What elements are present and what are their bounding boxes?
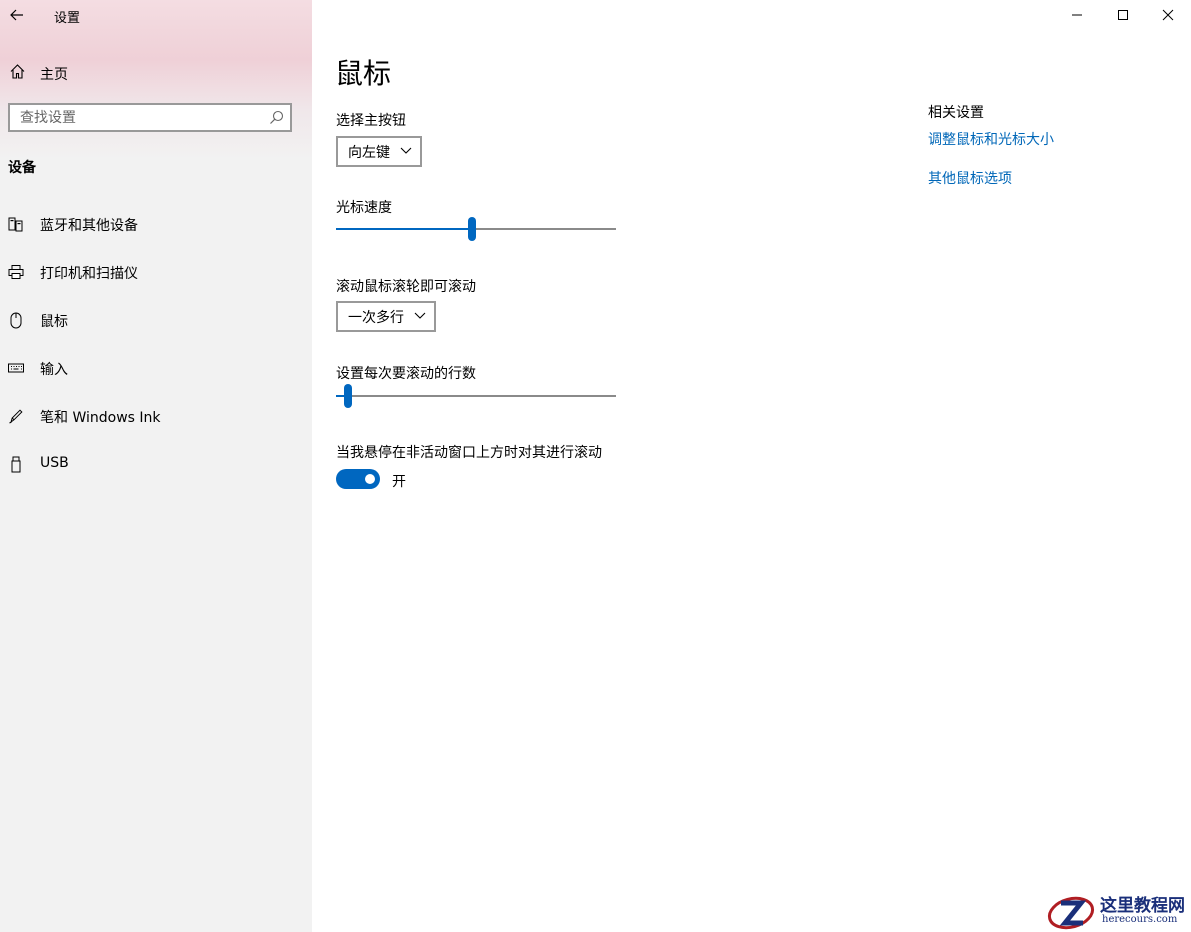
minimize-icon bbox=[1072, 14, 1082, 16]
toggle-knob bbox=[365, 474, 375, 484]
slider-track bbox=[336, 395, 616, 397]
maximize-icon bbox=[1118, 10, 1128, 20]
keyboard-icon bbox=[7, 359, 25, 377]
usb-icon bbox=[7, 455, 25, 473]
sidebar-item-pen[interactable]: 笔和 Windows Ink bbox=[0, 396, 312, 436]
home-label: 主页 bbox=[40, 67, 68, 83]
back-arrow-icon bbox=[10, 9, 23, 21]
maximize-button[interactable] bbox=[1100, 0, 1146, 30]
slider-thumb[interactable] bbox=[468, 217, 476, 241]
search-box[interactable] bbox=[8, 103, 292, 132]
sidebar-item-mouse[interactable]: 鼠标 bbox=[0, 300, 312, 340]
slider-thumb[interactable] bbox=[344, 384, 352, 408]
watermark-text: 这里教程网 bbox=[1100, 896, 1185, 916]
scroll-lines-label: 设置每次要滚动的行数 bbox=[336, 366, 476, 382]
app-title: 设置 bbox=[54, 11, 81, 26]
related-settings-title: 相关设置 bbox=[928, 105, 984, 121]
toggle-state-text: 开 bbox=[392, 474, 406, 490]
close-button[interactable] bbox=[1145, 0, 1191, 30]
close-icon bbox=[1162, 9, 1174, 21]
search-input[interactable] bbox=[10, 105, 270, 130]
scroll-lines-slider[interactable] bbox=[336, 384, 616, 408]
minimize-button[interactable] bbox=[1054, 0, 1100, 30]
sidebar-item-printers[interactable]: 打印机和扫描仪 bbox=[0, 252, 312, 292]
sidebar-item-label: 笔和 Windows Ink bbox=[40, 410, 161, 426]
section-title: 设备 bbox=[8, 160, 36, 176]
inactive-scroll-label: 当我悬停在非活动窗口上方时对其进行滚动 bbox=[336, 445, 602, 461]
cursor-speed-slider[interactable] bbox=[336, 217, 616, 241]
watermark-subtext: herecours.com bbox=[1102, 914, 1178, 925]
slider-fill bbox=[336, 228, 472, 230]
sidebar-item-usb[interactable]: USB bbox=[0, 444, 312, 484]
bluetooth-devices-icon bbox=[7, 215, 25, 233]
chevron-down-icon bbox=[400, 147, 412, 154]
pen-icon bbox=[7, 407, 25, 425]
mouse-icon bbox=[7, 311, 25, 329]
sidebar-item-label: 输入 bbox=[40, 362, 68, 378]
printer-icon bbox=[7, 263, 25, 281]
primary-button-label: 选择主按钮 bbox=[336, 113, 406, 129]
primary-button-value: 向左键 bbox=[348, 144, 390, 161]
link-mouse-cursor-size[interactable]: 调整鼠标和光标大小 bbox=[928, 129, 1054, 149]
scroll-mode-value: 一次多行 bbox=[348, 309, 404, 326]
home-icon bbox=[10, 64, 25, 79]
sidebar-item-label: 打印机和扫描仪 bbox=[40, 266, 138, 282]
watermark-logo-icon bbox=[1047, 896, 1095, 930]
primary-button-dropdown[interactable]: 向左键 bbox=[336, 136, 422, 167]
inactive-scroll-toggle[interactable] bbox=[336, 469, 380, 489]
scroll-mode-dropdown[interactable]: 一次多行 bbox=[336, 301, 436, 332]
watermark: 这里教程网 herecours.com bbox=[1045, 887, 1191, 932]
sidebar: 设置 主页 设备 蓝牙和其他设备 打印机和扫描仪 鼠标 bbox=[0, 0, 312, 932]
sidebar-item-label: USB bbox=[40, 455, 69, 471]
link-additional-mouse-options[interactable]: 其他鼠标选项 bbox=[928, 168, 1012, 188]
scroll-mode-label: 滚动鼠标滚轮即可滚动 bbox=[336, 279, 476, 295]
sidebar-item-label: 鼠标 bbox=[40, 314, 68, 330]
chevron-down-icon bbox=[414, 312, 426, 319]
sidebar-item-bluetooth[interactable]: 蓝牙和其他设备 bbox=[0, 204, 312, 244]
back-button[interactable] bbox=[6, 4, 28, 26]
sidebar-item-home[interactable]: 主页 bbox=[0, 58, 312, 88]
sidebar-item-input[interactable]: 输入 bbox=[0, 348, 312, 388]
page-title: 鼠标 bbox=[335, 57, 392, 90]
sidebar-item-label: 蓝牙和其他设备 bbox=[40, 218, 138, 234]
cursor-speed-label: 光标速度 bbox=[336, 200, 392, 216]
search-icon[interactable] bbox=[269, 110, 284, 125]
